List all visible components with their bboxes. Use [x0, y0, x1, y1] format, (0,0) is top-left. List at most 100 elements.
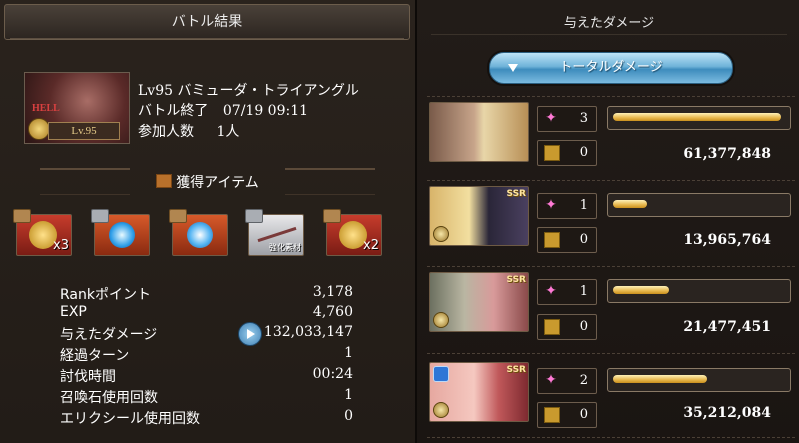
character-portrait-4[interactable]: SSR	[429, 362, 529, 422]
stat-value-rank: 3,178	[312, 284, 353, 300]
special-attack-icon	[544, 407, 560, 423]
special-count-value: 0	[579, 319, 588, 334]
quest-level-badge: Lv.95	[48, 122, 120, 140]
panel-header: バトル結果	[4, 4, 410, 40]
stat-label-exp: EXP	[60, 304, 87, 320]
element-icon	[433, 312, 449, 328]
stat-value-time: 00:24	[312, 366, 353, 382]
hit-count-1: ✦ 3	[537, 106, 597, 132]
row-divider	[427, 180, 795, 181]
stat-label-damage: 与えたダメージ	[60, 327, 158, 343]
stat-label-turns: 経過ターン	[60, 348, 130, 364]
header-divider	[10, 38, 404, 51]
item-count: x2	[363, 238, 379, 253]
weapon-icon	[257, 226, 297, 243]
battle-end-row: バトル終了 07/19 09:11	[138, 100, 308, 120]
character-portrait-3[interactable]: SSR	[429, 272, 529, 332]
silver-chest-icon	[245, 209, 263, 223]
special-attack-icon	[544, 319, 560, 335]
damage-panel: 与えたダメージ トータルダメージ ✦ 3 0 61,377,848 SSR ✦ …	[415, 0, 799, 443]
stat-value-elixirs: 0	[344, 408, 353, 424]
item-tag: 強化素材	[269, 243, 301, 252]
hit-count-value: 3	[579, 111, 588, 126]
ssr-badge: SSR	[506, 275, 527, 285]
row-divider	[427, 96, 795, 97]
stat-value-exp: 4,760	[312, 304, 353, 320]
damage-value-3: 21,477,451	[683, 319, 771, 335]
ssr-badge: SSR	[506, 189, 527, 199]
quest-difficulty-badge: HELL	[32, 103, 60, 114]
damage-bar-fill	[613, 286, 669, 294]
hit-count-4: ✦ 2	[537, 368, 597, 394]
hit-count-value: 1	[579, 198, 588, 213]
stat-label-time: 討伐時間	[60, 369, 116, 385]
damage-value-1: 61,377,848	[683, 146, 771, 162]
element-icon	[433, 226, 449, 242]
special-attack-icon	[544, 145, 560, 161]
items-title-label: 獲得アイテム	[176, 175, 259, 191]
stat-label-rank: Rankポイント	[60, 287, 151, 303]
hit-count-value: 1	[579, 284, 588, 299]
damage-bar-fill	[613, 200, 647, 208]
item-count: x3	[53, 238, 69, 253]
stat-value-damage: 132,033,147	[263, 324, 353, 340]
hit-count-3: ✦ 1	[537, 279, 597, 305]
total-damage-label: トータルダメージ	[559, 60, 663, 75]
participants-value: 1人	[216, 124, 240, 140]
stat-label-summons: 召喚石使用回数	[60, 390, 158, 406]
special-count-value: 0	[579, 145, 588, 160]
damage-detail-play-icon[interactable]	[238, 322, 262, 346]
title-divider	[431, 34, 787, 35]
ssr-badge: SSR	[506, 365, 527, 375]
reward-item-3[interactable]	[169, 209, 228, 256]
stat-value-summons: 1	[344, 387, 353, 403]
special-count-1: 0	[537, 140, 597, 166]
hit-count-value: 2	[579, 373, 588, 388]
damage-bar-4	[607, 368, 791, 392]
character-portrait-1[interactable]	[429, 102, 529, 162]
special-count-3: 0	[537, 314, 597, 340]
special-count-2: 0	[537, 227, 597, 253]
reward-item-5[interactable]: x2	[323, 209, 382, 256]
participants-label: 参加人数	[138, 124, 194, 140]
chest-icon	[13, 209, 31, 223]
special-count-4: 0	[537, 402, 597, 428]
hit-star-icon: ✦	[545, 110, 557, 126]
special-count-value: 0	[579, 232, 588, 247]
items-title: 獲得アイテム	[0, 172, 415, 192]
damage-panel-title: 与えたダメージ	[563, 16, 655, 31]
reward-item-1[interactable]: x3	[13, 209, 72, 256]
hit-count-2: ✦ 1	[537, 193, 597, 219]
reward-item-2[interactable]	[91, 209, 150, 256]
damage-bar-1	[607, 106, 791, 130]
stat-value-turns: 1	[344, 345, 353, 361]
damage-bar-fill	[613, 375, 707, 383]
total-damage-dropdown[interactable]: トータルダメージ	[489, 52, 733, 84]
element-icon	[433, 402, 449, 418]
hit-star-icon: ✦	[545, 197, 557, 213]
row-divider	[427, 266, 795, 267]
participants-row: 参加人数 1人	[138, 121, 239, 141]
battle-end-label: バトル終了	[138, 103, 209, 119]
special-count-value: 0	[579, 407, 588, 422]
damage-bar-3	[607, 279, 791, 303]
quest-name: Lv95 バミューダ・トライアングル	[138, 83, 359, 99]
coin-icon	[28, 118, 50, 140]
chest-icon	[169, 209, 187, 223]
chest-icon	[323, 209, 341, 223]
treasure-chest-icon	[156, 174, 173, 188]
reward-item-4[interactable]: 強化素材	[245, 209, 304, 256]
damage-value-2: 13,965,764	[683, 232, 771, 248]
silver-chest-icon	[91, 209, 109, 223]
blue-orb-icon	[109, 222, 135, 248]
hit-star-icon: ✦	[545, 283, 557, 299]
damage-bar-2	[607, 193, 791, 217]
battle-result-panel: バトル結果 HELL Lv.95 Lv95 バミューダ・トライアングル バトル終…	[0, 0, 415, 443]
character-portrait-2[interactable]: SSR	[429, 186, 529, 246]
blue-crystal-icon	[187, 222, 213, 248]
hit-star-icon: ✦	[545, 372, 557, 388]
damage-value-4: 35,212,084	[683, 405, 771, 421]
stat-label-elixirs: エリクシール使用回数	[60, 411, 200, 427]
row-divider	[427, 353, 795, 354]
row-divider	[427, 437, 795, 438]
